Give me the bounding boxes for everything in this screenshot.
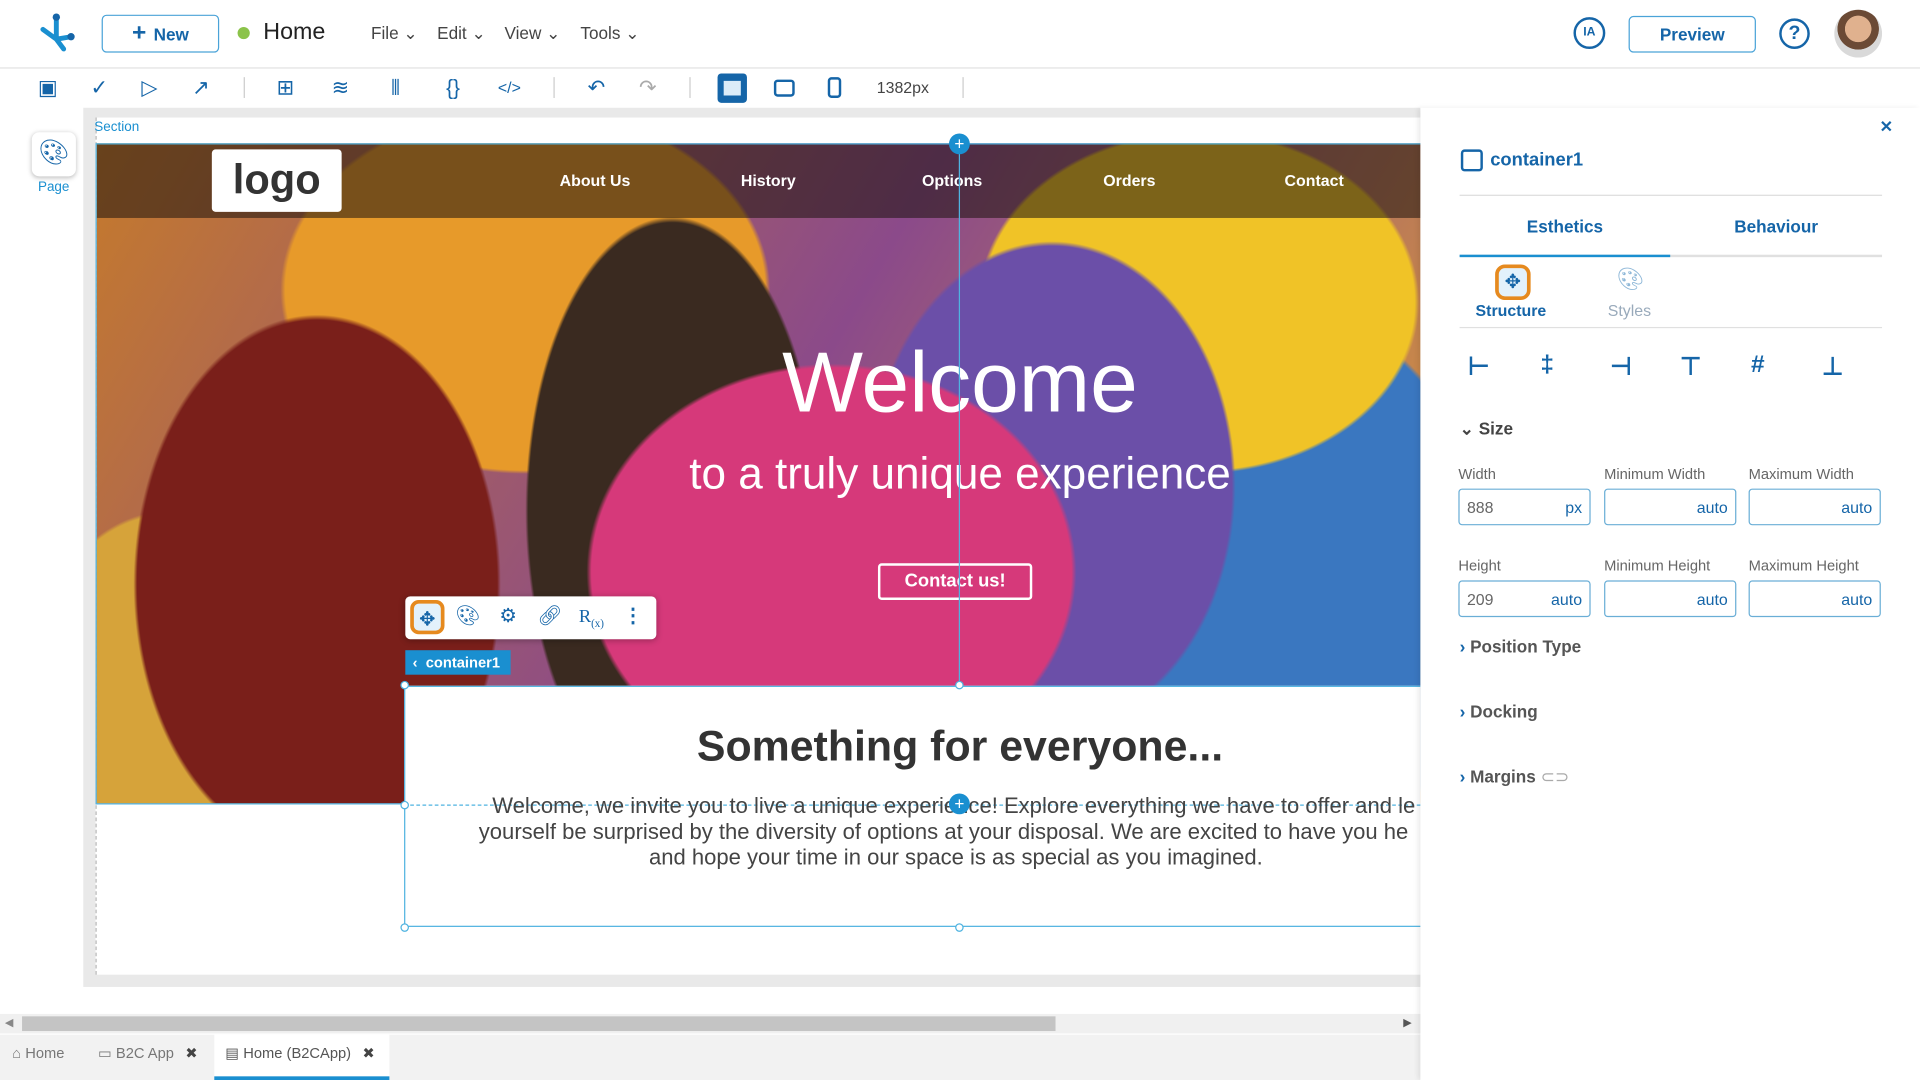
play-icon[interactable]: ▷ (137, 76, 161, 100)
braces-icon[interactable]: {} (441, 76, 465, 100)
min-width-input[interactable]: auto (1604, 488, 1737, 526)
ia-button[interactable]: IA (1573, 17, 1606, 49)
max-width-label: Maximum Width (1748, 465, 1854, 483)
tab-esthetics[interactable]: Esthetics (1460, 217, 1671, 237)
app-logo-icon[interactable] (37, 12, 76, 54)
bottom-tab-home[interactable]: ⌂ Home (12, 1044, 64, 1061)
align-top-icon[interactable]: ⊤ (1680, 351, 1701, 382)
size-section-toggle[interactable]: ⌄ Size (1460, 419, 1513, 440)
align-bottom-icon[interactable]: ⊥ (1822, 351, 1843, 382)
code-icon[interactable]: </> (495, 76, 524, 100)
page-label: Page (37, 180, 70, 195)
bottom-tab-b2c-app[interactable]: ▭ B2C App ✖ (98, 1044, 198, 1061)
export-icon[interactable]: ↗ (189, 76, 213, 100)
content-paragraph: Welcome, we invite you to live a unique … (478, 793, 1416, 870)
width-input[interactable]: 888 px (1458, 488, 1591, 526)
add-handle-top[interactable]: + (948, 133, 970, 155)
styles-icon[interactable]: 🎨︎ (1616, 267, 1644, 293)
align-center-v-icon[interactable]: # (1751, 351, 1765, 379)
plus-icon: + (131, 19, 147, 47)
settings-icon[interactable]: ⚙ (491, 600, 525, 634)
help-icon[interactable]: ? (1779, 18, 1810, 49)
subtab-styles[interactable]: Styles (1608, 301, 1651, 319)
tab-behaviour[interactable]: Behaviour (1670, 217, 1882, 237)
close-icon[interactable]: ✖ (185, 1044, 197, 1061)
scrollbar-thumb[interactable] (22, 1016, 1056, 1032)
structure-icon[interactable]: ✥ (410, 600, 445, 635)
new-button[interactable]: + New (101, 14, 220, 53)
min-height-input[interactable]: auto (1604, 580, 1737, 618)
nav-history[interactable]: History (741, 171, 796, 189)
position-type-toggle[interactable]: › Position Type (1460, 637, 1582, 657)
horizontal-scrollbar[interactable]: ◀ ▶ (0, 1013, 1421, 1034)
site-logo[interactable]: logo (211, 149, 342, 212)
close-icon[interactable]: ✖ (363, 1044, 375, 1061)
max-height-label: Maximum Height (1748, 557, 1859, 575)
desktop-view-icon[interactable] (717, 73, 747, 103)
content-heading: Something for everyone... (696, 722, 1224, 771)
menu-view[interactable]: View ⌄ (504, 23, 560, 44)
check-icon[interactable]: ✓ (87, 76, 111, 100)
menu-tools[interactable]: Tools ⌄ (580, 23, 639, 44)
nav-about-us[interactable]: About Us (560, 171, 631, 189)
palette-icon: 🎨︎ (38, 139, 70, 167)
max-width-input[interactable]: auto (1748, 488, 1881, 526)
align-left-icon[interactable]: ⊢ (1468, 351, 1489, 382)
structure-icon[interactable]: ✥ (1495, 264, 1531, 301)
preview-button[interactable]: Preview (1628, 15, 1756, 53)
min-width-label: Minimum Width (1604, 465, 1706, 483)
resize-handle[interactable] (400, 680, 409, 690)
align-center-h-icon[interactable]: ‡ (1540, 351, 1554, 379)
width-label: Width (1458, 465, 1496, 483)
align-right-icon[interactable]: ⊣ (1610, 351, 1631, 382)
status-dot (237, 26, 250, 40)
min-height-label: Minimum Height (1604, 557, 1711, 575)
max-height-input[interactable]: auto (1748, 580, 1881, 618)
nav-options[interactable]: Options (922, 171, 982, 189)
resize-handle[interactable] (955, 923, 964, 932)
subtab-structure[interactable]: Structure (1476, 301, 1547, 319)
page-title: Home (263, 19, 326, 46)
mobile-view-icon[interactable] (827, 77, 842, 98)
undo-icon[interactable]: ↶ (584, 76, 608, 100)
resize-handle[interactable] (400, 923, 409, 932)
menu-edit[interactable]: Edit ⌄ (437, 23, 486, 44)
component-name: container1 (1490, 149, 1584, 171)
redo-icon[interactable]: ↷ (636, 76, 660, 100)
components-icon[interactable]: ⊞ (273, 76, 297, 100)
palette-icon[interactable]: 🎨︎ (451, 600, 485, 634)
width-readout: 1382px (876, 78, 929, 97)
nav-contact[interactable]: Contact (1285, 171, 1344, 189)
data-icon[interactable]: ⫴ (383, 76, 407, 100)
save-icon[interactable]: ▣ (36, 76, 60, 100)
close-panel-icon[interactable]: ✕ (1880, 118, 1893, 138)
selected-component-tag[interactable]: ‹ container1 (405, 650, 511, 675)
add-handle-middle[interactable]: + (948, 793, 970, 815)
contact-us-button[interactable]: Contact us! (877, 563, 1033, 601)
page-settings-button[interactable]: 🎨︎ (32, 132, 76, 176)
height-label: Height (1458, 557, 1501, 575)
avatar[interactable] (1834, 9, 1883, 58)
link-icon: ⊂⊃ (1540, 766, 1570, 787)
height-input[interactable]: 209 auto (1458, 580, 1591, 618)
bottom-tab-home-b2capp[interactable]: ▤ Home (B2CApp) ✖ (214, 1034, 390, 1080)
menu-file[interactable]: File ⌄ (371, 23, 418, 44)
resize-handle[interactable] (955, 680, 964, 690)
resource-icon[interactable]: R(x) (574, 600, 608, 634)
resize-handle[interactable] (400, 800, 409, 810)
nav-orders[interactable]: Orders (1103, 171, 1155, 189)
section-label: Section (94, 120, 140, 135)
link-icon[interactable]: 🔗︎ (533, 600, 567, 634)
layers-icon[interactable]: ≋ (328, 76, 352, 100)
docking-toggle[interactable]: › Docking (1460, 702, 1538, 722)
margins-toggle[interactable]: › Margins ⊂⊃ (1460, 767, 1570, 788)
container-icon (1460, 149, 1483, 172)
tablet-view-icon[interactable] (773, 79, 795, 97)
more-icon[interactable]: ⋮ (616, 600, 650, 634)
